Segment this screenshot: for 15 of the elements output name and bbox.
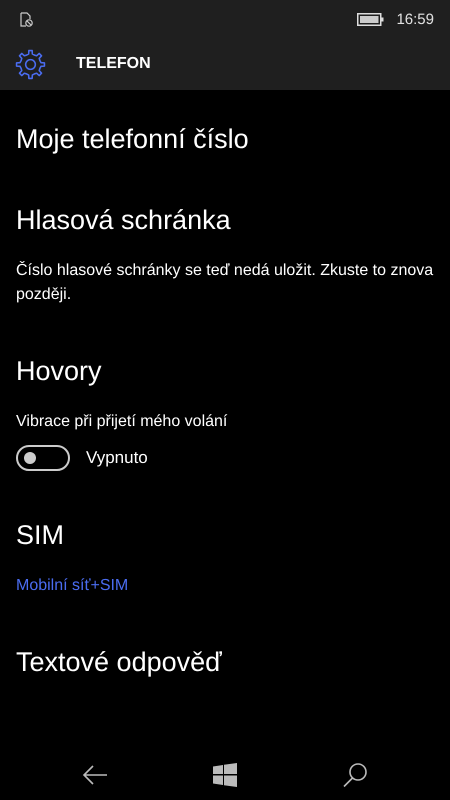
document-blocked-icon [20,12,33,26]
section-heading: Hlasová schránka [16,204,232,237]
clock-time: 16:59 [396,10,434,28]
info-text: Číslo hlasové schránky se teď nedá uložit. Zkuste to znova později. [16,260,434,305]
page-title: TELEFON [76,55,151,73]
toggle-state: Vypnuto [86,448,148,468]
toggle-label: Vibrace při přijetí mého volání [16,412,228,432]
section-heading: Hovory [16,355,103,388]
section-heading: SIM [16,519,66,552]
battery-icon [357,12,384,26]
section-heading: Textové odpověď [16,646,223,679]
settings-icon [15,48,46,80]
section-heading: Moje telefonní číslo [16,123,250,156]
settings-link[interactable]: Mobilní síť+SIM [16,577,128,594]
toggle-switch[interactable] [16,445,70,471]
